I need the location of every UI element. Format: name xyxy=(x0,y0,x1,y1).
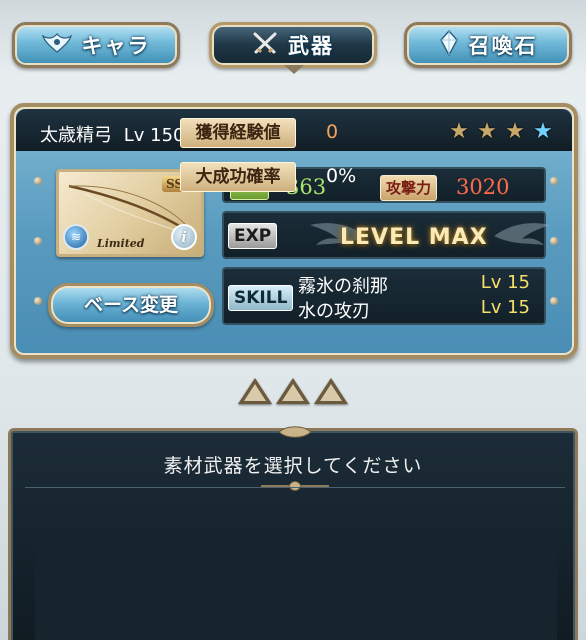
skill-label: SKILL xyxy=(228,285,294,311)
rivet-decoration xyxy=(550,297,558,305)
weapon-level: Lv 150 xyxy=(123,125,185,146)
exp-gain-value: 0 xyxy=(326,121,339,143)
skill-name: 霧氷の刹那 xyxy=(298,276,388,297)
star-icon: ★ xyxy=(449,119,469,144)
star-blue-icon: ★ xyxy=(533,119,553,144)
summon-stone-icon xyxy=(439,29,459,61)
tab-character-label: キャラ xyxy=(81,34,151,58)
character-crest-icon xyxy=(41,32,72,59)
star-icon: ★ xyxy=(505,119,525,144)
water-element-icon: ≋ xyxy=(63,224,89,250)
rivet-decoration xyxy=(34,297,42,305)
material-summary-area xyxy=(35,527,557,640)
wing-ornament-right xyxy=(494,223,550,245)
weapon-title: 太歳精弓 Lv 150 xyxy=(40,121,185,147)
exp-row: EXP LEVEL MAX xyxy=(222,211,550,259)
level-max-status: LEVEL MAX xyxy=(340,225,488,250)
skill-item: 水の攻刃 Lv 15 xyxy=(298,297,544,323)
tab-summon[interactable]: 召喚石 xyxy=(404,22,572,68)
star-icon: ★ xyxy=(477,119,497,144)
atk-label: 攻撃力 xyxy=(380,175,438,201)
upgrade-arrows xyxy=(238,378,348,404)
rivet-decoration xyxy=(550,177,558,185)
tab-summon-label: 召喚石 xyxy=(468,34,538,58)
up-arrow-icon xyxy=(276,378,310,404)
exp-label: EXP xyxy=(228,223,278,249)
limited-badge: Limited xyxy=(97,237,145,250)
uncap-stars: ★ ★ ★ ★ xyxy=(448,121,554,143)
skill-name: 水の攻刃 xyxy=(298,301,370,322)
rivet-decoration xyxy=(34,237,42,245)
material-panel: 素材武器を選択してください xyxy=(8,426,578,640)
up-arrow-icon xyxy=(314,378,348,404)
change-base-button[interactable]: ベース変更 xyxy=(48,283,214,327)
exp-gain-label: 獲得経験値 xyxy=(180,118,296,148)
tab-character[interactable]: キャラ xyxy=(12,22,180,68)
up-arrow-icon xyxy=(238,378,272,404)
crossed-swords-icon xyxy=(252,31,278,60)
great-success-value: 0% xyxy=(326,165,357,187)
skill-row[interactable]: SKILL 霧氷の刹那 Lv 15 水の攻刃 Lv 15 xyxy=(222,267,546,325)
tab-weapon-label: 武器 xyxy=(288,34,334,58)
rivet-decoration xyxy=(34,177,42,185)
weapon-name: 太歳精弓 xyxy=(40,125,112,146)
ornament-decoration xyxy=(261,481,329,491)
great-success-label: 大成功確率 xyxy=(180,162,296,192)
divider xyxy=(25,487,565,488)
material-select-prompt: 素材武器を選択してください xyxy=(163,455,423,477)
tab-weapon[interactable]: 武器 xyxy=(209,22,377,74)
skill-level: Lv 15 xyxy=(480,297,530,318)
ornament-decoration xyxy=(278,426,312,438)
skill-item: 霧氷の刹那 Lv 15 xyxy=(298,272,544,298)
skill-level: Lv 15 xyxy=(480,272,530,293)
atk-value: 3020 xyxy=(456,175,510,199)
top-tab-bar: キャラ 武器 召喚石 xyxy=(12,22,574,74)
info-icon[interactable]: i xyxy=(171,224,197,250)
